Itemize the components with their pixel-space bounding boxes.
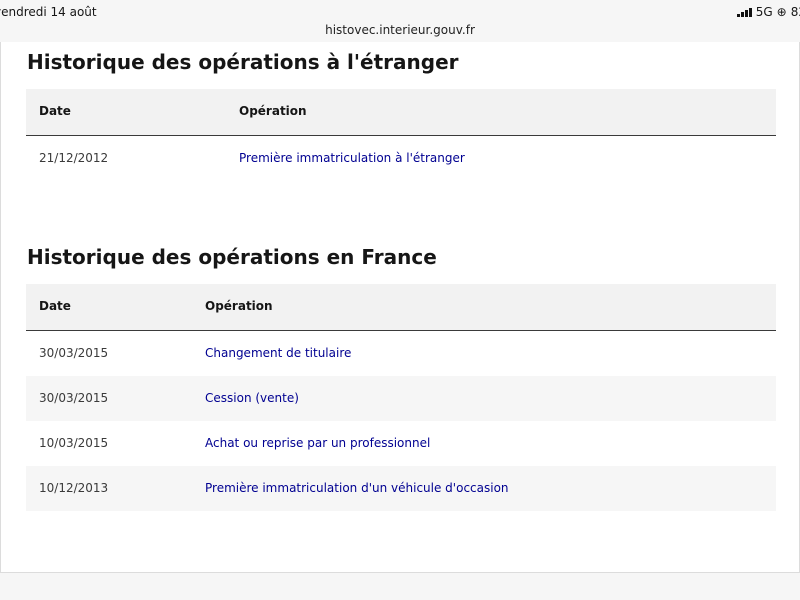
column-header-date: Date xyxy=(39,299,71,313)
battery-level: 82 xyxy=(790,5,800,19)
address-bar[interactable]: histovec.interieur.gouv.fr xyxy=(0,22,800,42)
row-date: 10/12/2013 xyxy=(39,481,109,495)
status-bar: vendredi 14 août 5G ⊕ 82 xyxy=(0,0,800,22)
row-date: 21/12/2012 xyxy=(39,151,109,165)
table-header: Date Opération xyxy=(26,89,776,136)
cellular-signal-icon xyxy=(736,7,752,17)
column-header-operation: Opération xyxy=(239,104,307,118)
url-text: histovec.interieur.gouv.fr xyxy=(325,23,475,37)
operation-link[interactable]: Cession (vente) xyxy=(205,391,299,405)
operation-link[interactable]: Première immatriculation d'un véhicule d… xyxy=(205,481,509,495)
status-indicators: 5G ⊕ 82 xyxy=(736,5,800,19)
operation-link[interactable]: Achat ou reprise par un professionnel xyxy=(205,436,430,450)
foreign-history-table: Date Opération 21/12/2012 Première immat… xyxy=(26,89,776,181)
orientation-lock-icon: ⊕ xyxy=(776,5,787,19)
france-history-title: Historique des opérations en France xyxy=(27,245,437,269)
foreign-history-title: Historique des opérations à l'étranger xyxy=(27,50,459,74)
page-bottom-area xyxy=(0,573,800,600)
column-header-operation: Opération xyxy=(205,299,273,313)
row-date: 10/03/2015 xyxy=(39,436,109,450)
table-row: 30/03/2015 Changement de titulaire xyxy=(26,331,776,376)
table-row: 10/03/2015 Achat ou reprise par un profe… xyxy=(26,421,776,466)
network-type: 5G xyxy=(755,5,773,19)
table-header: Date Opération xyxy=(26,284,776,331)
table-row: 30/03/2015 Cession (vente) xyxy=(26,376,776,421)
page-content: Historique des opérations à l'étranger D… xyxy=(0,42,800,573)
table-row: 10/12/2013 Première immatriculation d'un… xyxy=(26,466,776,511)
table-row: 21/12/2012 Première immatriculation à l'… xyxy=(26,136,776,181)
row-date: 30/03/2015 xyxy=(39,346,109,360)
france-history-table: Date Opération 30/03/2015 Changement de … xyxy=(26,284,776,511)
operation-link[interactable]: Changement de titulaire xyxy=(205,346,351,360)
row-date: 30/03/2015 xyxy=(39,391,109,405)
column-header-date: Date xyxy=(39,104,71,118)
operation-link[interactable]: Première immatriculation à l'étranger xyxy=(239,151,465,165)
status-date: vendredi 14 août xyxy=(0,5,97,19)
